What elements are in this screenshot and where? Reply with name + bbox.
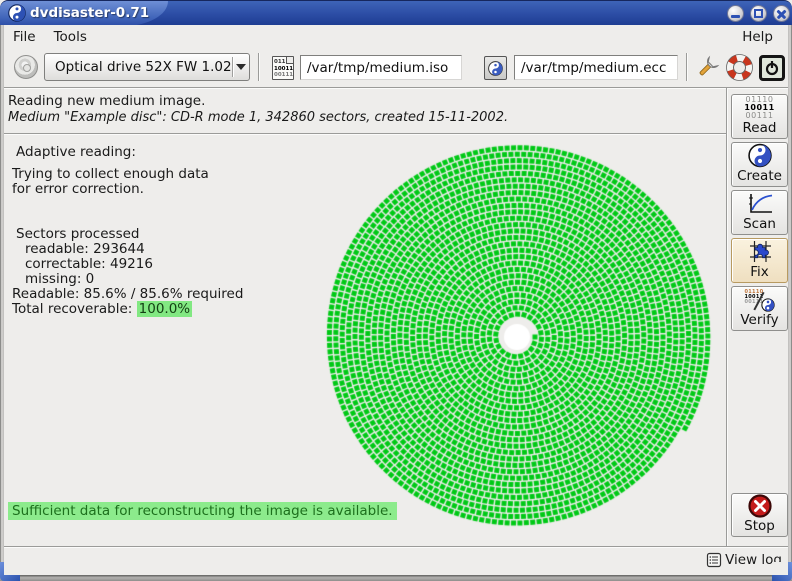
scan-button[interactable]: Scan	[731, 190, 788, 235]
menu-file[interactable]: File	[4, 27, 45, 47]
window-border-left[interactable]	[0, 25, 4, 575]
read-button[interactable]: 01110 10011 00111 Read	[731, 94, 788, 139]
sectors-title: Sectors processed	[16, 226, 139, 242]
maximize-button[interactable]	[750, 5, 767, 22]
yinyang-create-icon	[747, 143, 773, 168]
menu-tools[interactable]: Tools	[45, 27, 96, 47]
puzzle-fix-icon	[746, 239, 774, 264]
mode-label: Adaptive reading:	[16, 144, 136, 160]
medium-sector-spiral	[240, 137, 740, 543]
drive-selector-value: Optical drive 52X FW 1.02	[45, 59, 232, 75]
lifebuoy-help-icon[interactable]	[726, 54, 753, 81]
total-recoverable: Total recoverable: 100.0%	[12, 301, 192, 317]
verify-button[interactable]: 01110 10011 00111 Verify	[731, 286, 788, 331]
titlebar[interactable]: dvdisaster-0.71	[0, 0, 792, 25]
status-headline: Reading new medium image.	[8, 93, 205, 109]
iso-file-icon: 011 10011 00111	[272, 56, 294, 80]
log-list-icon	[706, 552, 722, 568]
stop-x-icon	[748, 494, 772, 518]
chart-scan-icon	[746, 192, 774, 216]
menubar: File Tools Help	[4, 25, 788, 48]
binary-read-icon: 01110 10011 00111	[744, 96, 774, 120]
view-log-toggle[interactable]: View log	[706, 552, 782, 568]
dvdisaster-window: dvdisaster-0.71 File Tools Help Optical …	[0, 0, 792, 581]
menu-help[interactable]: Help	[733, 27, 782, 47]
iso-path-input[interactable]	[300, 55, 462, 80]
create-button[interactable]: Create	[731, 142, 788, 187]
sectors-readable: readable: 293644	[25, 241, 145, 257]
window-border-bottom[interactable]	[0, 575, 792, 581]
sectors-missing: missing: 0	[25, 271, 94, 287]
compare-verify-icon: 01110 10011 00111	[745, 290, 775, 312]
close-button[interactable]	[773, 5, 790, 22]
statusbar-divider	[0, 546, 792, 548]
toolbar-separator	[686, 53, 688, 81]
maximize-icon	[754, 9, 763, 18]
drive-selector-arrow[interactable]	[233, 64, 249, 70]
mode-description: Trying to collect enough data	[12, 166, 209, 182]
recoverable-value-badge: 100.0%	[137, 301, 192, 317]
resize-corner-left[interactable]	[0, 562, 20, 581]
app-yinyang-icon	[8, 4, 26, 22]
sectors-correctable: correctable: 49216	[25, 256, 153, 272]
readable-percent: Readable: 85.6% / 85.6% required	[12, 286, 243, 302]
stop-button[interactable]: Stop	[731, 493, 788, 537]
minimize-icon	[731, 15, 740, 18]
ecc-path-input[interactable]	[514, 55, 678, 80]
drive-selector[interactable]: Optical drive 52X FW 1.02	[44, 53, 250, 81]
window-title: dvdisaster-0.71	[30, 5, 149, 21]
minimize-button[interactable]	[727, 5, 744, 22]
optical-drive-icon	[14, 55, 38, 79]
chevron-down-icon	[236, 64, 246, 70]
fix-button[interactable]: Fix	[731, 238, 788, 283]
sidebar-divider	[726, 88, 728, 546]
ecc-file-icon	[484, 56, 507, 80]
toolbar-separator	[258, 53, 260, 81]
wrench-icon[interactable]	[694, 54, 721, 81]
medium-info-line: Medium "Example disc": CD-R mode 1, 3428…	[8, 110, 508, 125]
power-quit-icon[interactable]	[759, 55, 785, 81]
toolbar: Optical drive 52X FW 1.02 011 10011 0011…	[4, 48, 788, 87]
header-divider	[0, 133, 726, 135]
window-border-right[interactable]	[788, 25, 792, 575]
result-message: Sufficient data for reconstructing the i…	[8, 502, 397, 520]
resize-corner-right[interactable]	[772, 562, 792, 581]
mode-description: for error correction.	[12, 181, 144, 197]
toolbar-groove	[0, 87, 792, 89]
